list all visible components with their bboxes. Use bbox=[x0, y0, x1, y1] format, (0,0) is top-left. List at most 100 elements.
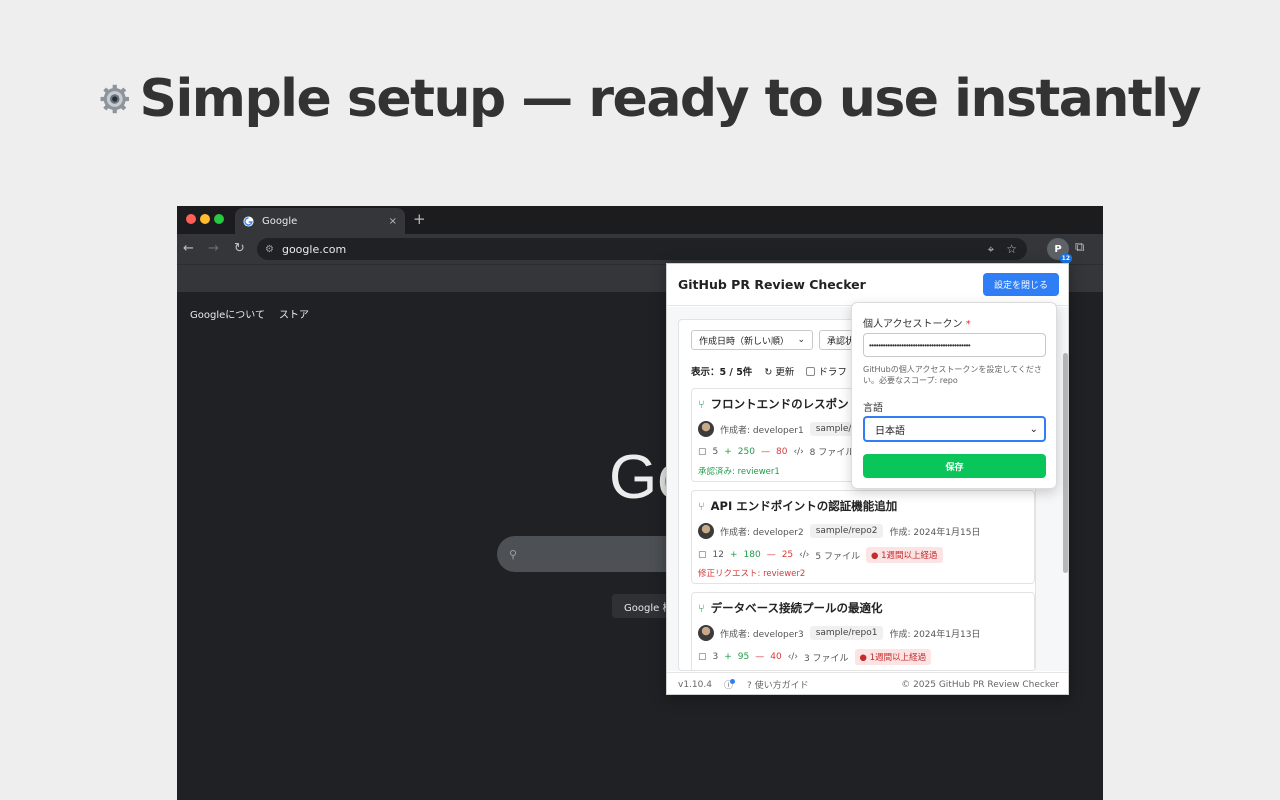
location-icon[interactable]: ⌖ bbox=[987, 242, 994, 257]
google-header-links: Googleについて ストア bbox=[190, 306, 309, 321]
popup-title: GitHub PR Review Checker bbox=[678, 277, 866, 292]
chevron-down-icon: ⌄ bbox=[1029, 423, 1038, 435]
pr-author: 作成者: developer1 bbox=[720, 425, 804, 436]
additions-icon: + bbox=[724, 446, 732, 457]
deletions-count: 80 bbox=[775, 446, 788, 457]
extensions-puzzle-icon[interactable]: ⧉ bbox=[1075, 240, 1084, 255]
files-count: 3 ファイル bbox=[803, 653, 849, 664]
code-icon: ‹/› bbox=[793, 446, 804, 457]
headline-text: Simple setup — ready to use instantly bbox=[139, 69, 1202, 129]
pr-author: 作成者: developer2 bbox=[720, 527, 804, 538]
deletions-count: 25 bbox=[781, 550, 794, 560]
comment-count: 5 bbox=[712, 446, 719, 457]
minimize-window-dot[interactable] bbox=[200, 214, 210, 224]
files-count: 8 ファイル bbox=[809, 448, 855, 458]
stale-badge: ● 1週間以上経過 bbox=[865, 547, 943, 563]
pull-request-icon: ⑂ bbox=[698, 601, 705, 615]
settings-panel: 個人アクセストークン * GitHubの個人アクセストークンを設定してください。… bbox=[851, 302, 1057, 489]
guide-link[interactable]: ? 使い方ガイド bbox=[747, 678, 809, 691]
google-store-link[interactable]: ストア bbox=[279, 306, 309, 321]
draft-checkbox[interactable] bbox=[806, 367, 816, 376]
pr-title[interactable]: フロントエンドのレスポン bbox=[711, 396, 849, 412]
chevron-down-icon: ⌄ bbox=[797, 335, 805, 345]
extension-icon[interactable]: P 12 bbox=[1047, 238, 1072, 263]
deletions-icon: — bbox=[766, 550, 776, 560]
update-info-icon[interactable]: ⓘ bbox=[724, 678, 735, 691]
token-help-text: GitHubの個人アクセストークンを設定してください。必要なスコープ: repo bbox=[863, 365, 1042, 385]
back-icon[interactable]: ← bbox=[183, 241, 194, 256]
additions-count: 250 bbox=[737, 446, 755, 457]
pull-request-icon: ⑂ bbox=[698, 499, 705, 513]
refresh-label: 更新 bbox=[775, 367, 795, 378]
tab-bar: Google × + bbox=[177, 206, 1103, 234]
url-text: google.com bbox=[281, 242, 347, 256]
stale-badge-text: 1週間以上経過 bbox=[869, 653, 927, 663]
pr-created-date: 作成: 2024年1月15日 bbox=[889, 527, 981, 538]
pr-card[interactable]: ⑂ API エンドポイントの認証機能追加 作成者: developer2 samp… bbox=[691, 490, 1035, 584]
zoom-window-dot[interactable] bbox=[214, 214, 224, 224]
token-label-text: 個人アクセストークン bbox=[863, 319, 963, 330]
version-text: v1.10.4 bbox=[678, 679, 712, 690]
pr-count: 表示：5 / 5件 bbox=[691, 367, 753, 378]
repo-tag: sample/repo1 bbox=[809, 626, 884, 640]
avatar bbox=[698, 523, 714, 539]
language-select[interactable]: 日本語 ⌄ bbox=[863, 416, 1046, 442]
language-select-value: 日本語 bbox=[875, 425, 905, 437]
tab-title: Google bbox=[262, 215, 298, 227]
save-button[interactable]: 保存 bbox=[863, 454, 1046, 478]
draft-toggle[interactable]: ドラフ bbox=[806, 364, 847, 378]
deletions-icon: — bbox=[760, 446, 770, 457]
status-filter-value: 承認状 bbox=[827, 336, 855, 347]
comment-icon: ▢ bbox=[698, 550, 707, 560]
additions-icon: + bbox=[729, 550, 738, 560]
browser-tab[interactable]: Google × bbox=[235, 208, 405, 234]
copyright-text: © 2025 GitHub PR Review Checker bbox=[901, 679, 1059, 690]
popup-footer: v1.10.4 ⓘ ? 使い方ガイド © 2025 GitHub PR Revi… bbox=[667, 672, 1068, 694]
additions-icon: + bbox=[724, 652, 732, 662]
gear-icon bbox=[100, 84, 129, 114]
help-icon: ? bbox=[746, 681, 752, 691]
address-bar[interactable]: ⚙ google.com ⌖ ☆ bbox=[257, 238, 1027, 260]
google-favicon-icon bbox=[243, 215, 254, 227]
required-mark: * bbox=[965, 319, 971, 330]
popup-header: GitHub PR Review Checker 設定を閉じる bbox=[667, 264, 1068, 306]
code-icon: ‹/› bbox=[787, 652, 798, 662]
avatar bbox=[698, 625, 714, 641]
code-icon: ‹/› bbox=[799, 550, 810, 560]
browser-toolbar: ← → ↻ ⚙ google.com ⌖ ☆ P 12 ⧉ bbox=[177, 234, 1103, 264]
pr-author: 作成者: developer3 bbox=[720, 629, 804, 640]
pr-title[interactable]: データベース接続プールの最適化 bbox=[711, 600, 883, 616]
popup-scrollbar[interactable] bbox=[1063, 353, 1068, 573]
reload-icon[interactable]: ↻ bbox=[234, 241, 245, 256]
token-label: 個人アクセストークン * bbox=[863, 315, 971, 330]
new-tab-button[interactable]: + bbox=[413, 210, 426, 228]
token-input[interactable] bbox=[863, 333, 1046, 357]
pr-card[interactable]: ⑂ データベース接続プールの最適化 作成者: developer3 sample/… bbox=[691, 592, 1035, 670]
deletions-icon: — bbox=[755, 652, 765, 662]
headline: Simple setup — ready to use instantly bbox=[100, 64, 1202, 134]
tab-close-icon[interactable]: × bbox=[389, 216, 397, 227]
close-settings-button[interactable]: 設定を閉じる bbox=[982, 273, 1059, 296]
extension-badge: 12 bbox=[1059, 254, 1072, 263]
search-icon: ⚲ bbox=[509, 547, 518, 561]
repo-tag: sample/repo2 bbox=[809, 524, 884, 538]
list-info-row: 表示：5 / 5件 ↻ 更新 ドラフ bbox=[691, 364, 847, 378]
sort-select-value: 作成日時（新しい順） bbox=[699, 336, 790, 347]
pull-request-icon: ⑂ bbox=[698, 397, 705, 411]
close-window-dot[interactable] bbox=[186, 214, 196, 224]
comment-count: 12 bbox=[712, 550, 724, 560]
sort-select[interactable]: 作成日時（新しい順） ⌄ bbox=[691, 330, 813, 350]
pr-created-date: 作成: 2024年1月13日 bbox=[889, 629, 981, 640]
site-info-icon[interactable]: ⚙ bbox=[265, 244, 274, 255]
guide-label: 使い方ガイド bbox=[754, 681, 809, 691]
deletions-count: 40 bbox=[770, 652, 782, 662]
forward-icon[interactable]: → bbox=[208, 241, 219, 256]
language-label: 言語 bbox=[863, 403, 883, 414]
bookmark-star-icon[interactable]: ☆ bbox=[1006, 242, 1017, 257]
refresh-icon: ↻ bbox=[764, 367, 773, 378]
comment-icon: ▢ bbox=[698, 446, 707, 457]
pr-title[interactable]: API エンドポイントの認証機能追加 bbox=[711, 498, 898, 514]
google-about-link[interactable]: Googleについて bbox=[190, 306, 265, 321]
refresh-button[interactable]: ↻ 更新 bbox=[764, 364, 794, 378]
files-count: 5 ファイル bbox=[815, 551, 860, 562]
